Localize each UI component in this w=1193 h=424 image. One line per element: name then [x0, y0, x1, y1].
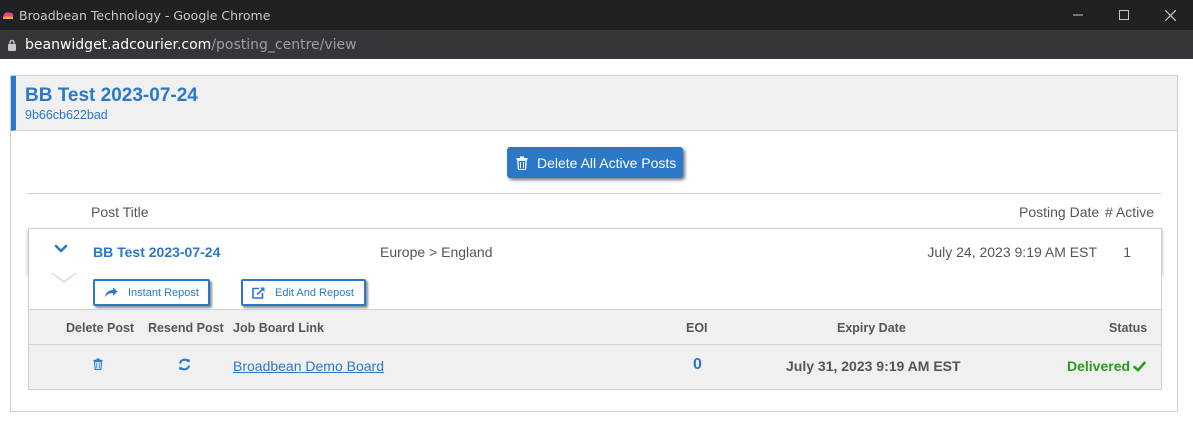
lock-icon — [7, 39, 17, 51]
eoi-count[interactable]: 0 — [693, 356, 702, 374]
window-title: Broadbean Technology - Google Chrome — [19, 7, 271, 23]
post-details: Instant Repost Edit And Repost Delete Po… — [28, 273, 1162, 390]
post-title[interactable]: BB Test 2023-07-24 — [93, 244, 220, 260]
minimize-button[interactable] — [1055, 0, 1101, 30]
job-boards-table: Delete Post Resend Post Job Board Link E… — [29, 309, 1161, 389]
head-eoi: EOI — [686, 321, 708, 335]
external-edit-icon — [252, 287, 265, 299]
col-post-title: Post Title — [91, 204, 149, 220]
check-icon — [1133, 360, 1146, 371]
post-active-count: 1 — [1123, 244, 1131, 260]
divider — [27, 193, 1161, 194]
maximize-icon — [1119, 10, 1129, 20]
head-resend-post: Resend Post — [148, 321, 224, 335]
close-window-button[interactable] — [1147, 0, 1193, 30]
edit-and-repost-label: Edit And Repost — [275, 286, 354, 299]
job-board-link[interactable]: Broadbean Demo Board — [233, 358, 384, 374]
delete-all-active-posts-button[interactable]: Delete All Active Posts — [507, 147, 683, 178]
status-text: Delivered — [1067, 358, 1131, 374]
panel-header: BB Test 2023-07-24 9b66cb622bad — [11, 76, 1177, 131]
page-subtitle: 9b66cb622bad — [25, 108, 108, 122]
app-logo-icon — [3, 12, 14, 19]
posting-centre-panel: BB Test 2023-07-24 9b66cb622bad Delete A… — [10, 75, 1178, 412]
post-row[interactable]: BB Test 2023-07-24 Europe > England July… — [28, 228, 1162, 274]
address-bar[interactable]: beanwidget.adcourier.com/posting_centre/… — [0, 30, 1193, 59]
browser-titlebar: Broadbean Technology - Google Chrome — [0, 0, 1193, 30]
instant-repost-button[interactable]: Instant Repost — [93, 279, 210, 306]
minimize-icon — [1073, 14, 1083, 16]
head-job-board-link: Job Board Link — [233, 321, 324, 335]
head-expiry-date: Expiry Date — [837, 321, 906, 335]
post-location: Europe > England — [380, 244, 493, 260]
close-icon — [1164, 9, 1176, 21]
post-posting-date: July 24, 2023 9:19 AM EST — [927, 244, 1097, 260]
pointer-arrow-inner — [53, 273, 75, 281]
edit-and-repost-button[interactable]: Edit And Repost — [241, 279, 366, 306]
chevron-down-icon[interactable] — [54, 244, 68, 254]
trash-icon — [516, 156, 528, 170]
refresh-icon[interactable] — [178, 358, 191, 371]
status-badge: Delivered — [1067, 358, 1146, 374]
maximize-button[interactable] — [1101, 0, 1147, 30]
expiry-date: July 31, 2023 9:19 AM EST — [786, 358, 961, 374]
url-domain: beanwidget.adcourier.com — [25, 36, 212, 53]
delete-all-label: Delete All Active Posts — [537, 154, 677, 171]
share-arrow-icon — [104, 287, 118, 298]
page-title: BB Test 2023-07-24 — [25, 85, 198, 106]
instant-repost-label: Instant Repost — [128, 286, 199, 299]
delete-post-icon[interactable] — [93, 358, 103, 370]
url-path: /posting_centre/view — [211, 36, 357, 53]
col-active: # Active — [1105, 204, 1155, 220]
window-controls — [1055, 0, 1193, 30]
head-status: Status — [1109, 321, 1148, 335]
col-posting-date: Posting Date — [1019, 204, 1100, 220]
head-delete-post: Delete Post — [66, 321, 135, 335]
job-boards-header-row: Delete Post Resend Post Job Board Link E… — [29, 310, 1161, 345]
url-text[interactable]: beanwidget.adcourier.com/posting_centre/… — [25, 37, 357, 53]
